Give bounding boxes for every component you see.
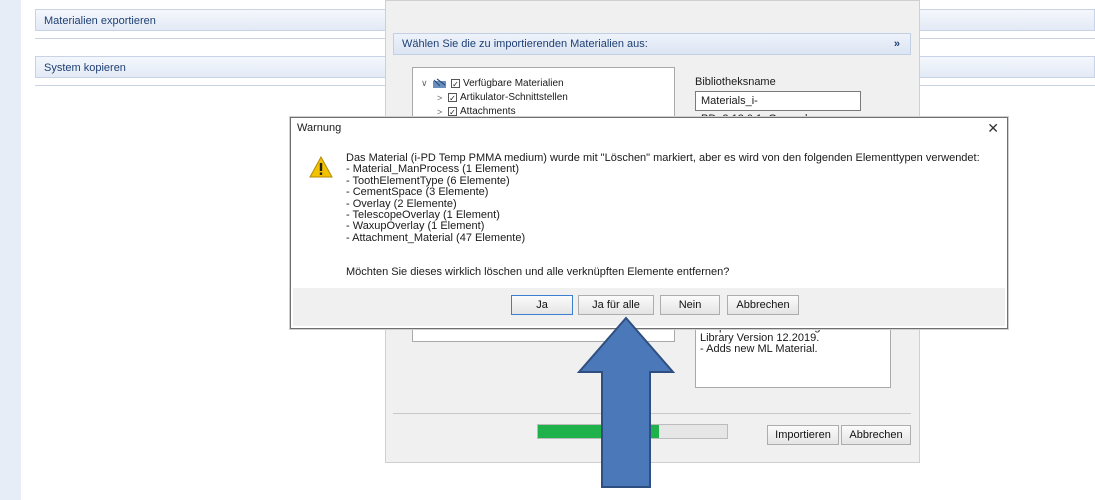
tree-checkbox[interactable]: ✓ — [448, 107, 457, 117]
copy-system-label: System kopieren — [44, 62, 126, 74]
tree-checkbox[interactable]: ✓ — [448, 93, 457, 103]
tree-item-articulator-interfaces[interactable]: > ✓ Artikulator-Schnittstellen — [437, 92, 568, 103]
yes-button[interactable]: Ja — [511, 295, 573, 315]
warning-message: Das Material (i-PD Temp PMMA medium) wur… — [346, 152, 1006, 244]
chevron-right-icon[interactable]: > — [437, 93, 445, 103]
tree-item-label: Attachments — [460, 106, 516, 117]
chevron-down-icon[interactable]: ∨ — [421, 78, 429, 89]
chevron-right-icon[interactable]: > — [437, 107, 445, 117]
left-sidebar-strip — [0, 0, 21, 500]
cancel-button[interactable]: Abbrechen — [727, 295, 799, 315]
tree-item-available-materials[interactable]: ∨ ✓ Verfügbare Materialien — [421, 78, 564, 89]
warning-icon — [309, 155, 333, 181]
message-line: - CementSpace (3 Elemente) — [346, 186, 489, 199]
tree-item-label: Verfügbare Materialien — [463, 78, 564, 89]
notes-line: - Adds new ML Material. — [700, 343, 818, 355]
no-button[interactable]: Nein — [660, 295, 720, 315]
library-name-field[interactable]: Materials_i-PD_2.18.0.1_General — [695, 91, 861, 125]
tree-item-label: Artikulator-Schnittstellen — [460, 92, 568, 103]
library-name-label: Bibliotheksname — [695, 76, 776, 88]
close-icon[interactable]: ✕ — [987, 120, 999, 137]
warning-dialog-title: Warnung — [297, 122, 342, 134]
export-materials-label: Materialien exportieren — [44, 15, 156, 27]
import-section-title: Wählen Sie die zu importierenden Materia… — [402, 38, 648, 50]
materials-folder-icon — [433, 78, 446, 88]
confirm-question: Möchten Sie dieses wirklich löschen und … — [346, 266, 730, 278]
message-line: - Attachment_Material (47 Elemente) — [346, 231, 526, 244]
tree-checkbox[interactable]: ✓ — [451, 79, 460, 89]
warning-dialog: Warnung ✕ Das Material (i-PD Temp PMMA m… — [290, 117, 1008, 329]
tree-item-attachments[interactable]: > ✓ Attachments — [437, 106, 516, 117]
import-button[interactable]: Importieren — [767, 425, 839, 445]
import-section-header[interactable]: Wählen Sie die zu importierenden Materia… — [393, 33, 911, 55]
collapse-chevron-icon[interactable]: » — [894, 34, 900, 54]
import-cancel-button[interactable]: Abbrechen — [841, 425, 911, 445]
up-arrow-annotation-icon — [576, 316, 676, 488]
yes-to-all-button[interactable]: Ja für alle — [578, 295, 654, 315]
